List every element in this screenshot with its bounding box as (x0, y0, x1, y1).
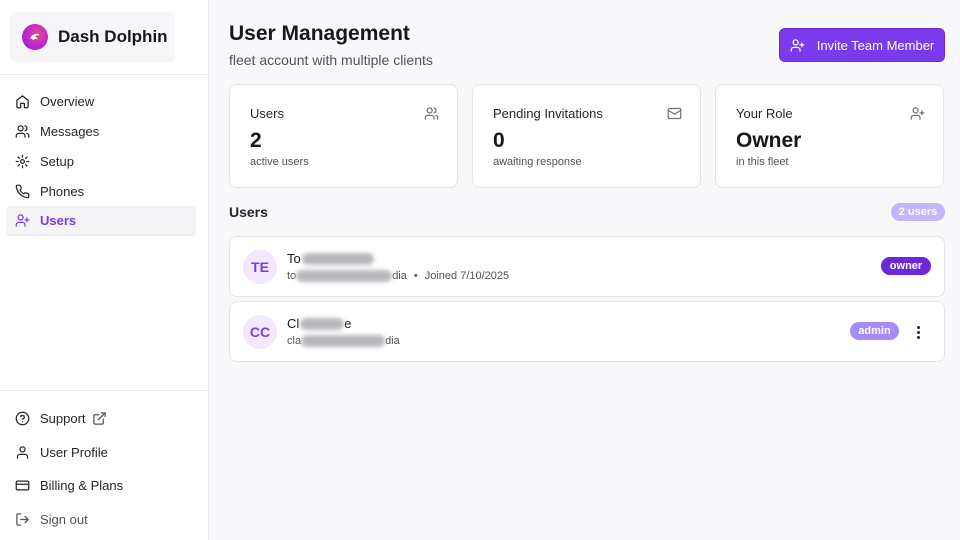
nav-label: Billing & Plans (40, 478, 124, 494)
user-plus-icon (790, 38, 817, 53)
role-badge-admin: admin (850, 322, 899, 340)
nav-item-setup[interactable]: Setup (6, 146, 196, 176)
user-plus-icon (910, 106, 925, 121)
user-name-text: Cl (287, 316, 300, 331)
joined-date: Joined 7/10/2025 (424, 270, 510, 282)
stat-value: 0 (493, 129, 505, 152)
nav-item-billing[interactable]: Billing & Plans (6, 469, 196, 503)
stat-title: Users (250, 106, 284, 121)
nav-label: Sign out (40, 511, 88, 527)
main-nav: Overview Messages Setup Phones Users (6, 86, 196, 236)
user-count-badge: 2 users (891, 203, 945, 221)
user-name: To (287, 251, 374, 266)
page-title: User Management (229, 22, 410, 45)
stat-subtitle: active users (250, 156, 309, 168)
user-plus-icon (15, 213, 30, 228)
sidebar: Dash Dolphin Overview Messages Setup Pho… (0, 0, 209, 540)
invite-button-label: Invite Team Member (816, 37, 935, 53)
nav-item-phones[interactable]: Phones (6, 176, 196, 206)
user-name-text-end: e (344, 316, 352, 331)
phone-icon (15, 184, 30, 199)
brand[interactable]: Dash Dolphin (10, 12, 175, 62)
nav-label: Messages (40, 123, 100, 139)
user-meta: to dia • Joined 7/10/2025 (287, 270, 509, 282)
divider (0, 390, 208, 391)
redacted-name (300, 317, 345, 330)
user-meta: cla dia (287, 335, 400, 347)
users-icon (424, 106, 439, 121)
nav-label: User Profile (40, 444, 108, 460)
stat-subtitle: in this fleet (736, 156, 789, 168)
user-row[interactable]: CC Cl e cla dia admin (229, 301, 945, 362)
nav-item-support[interactable]: Support (6, 402, 196, 436)
user-email-end: dia (392, 270, 407, 282)
user-name-text: To (287, 251, 301, 266)
nav-label: Phones (40, 183, 85, 199)
more-options-icon[interactable] (910, 322, 926, 342)
logout-icon (15, 512, 30, 527)
nav-label: Support (40, 411, 86, 427)
brand-name: Dash Dolphin (58, 27, 168, 46)
nav-label: Users (40, 213, 77, 228)
redacted-name (301, 252, 374, 265)
nav-item-messages[interactable]: Messages (6, 116, 196, 146)
nav-item-sign-out[interactable]: Sign out (6, 503, 196, 537)
user-row[interactable]: TE To to dia • Joined 7/10/2025 owner (229, 236, 945, 297)
secondary-nav: Support User Profile Billing & Plans Sig… (6, 402, 196, 536)
users-section-title: Users (229, 204, 268, 220)
redacted-email (296, 270, 393, 282)
nav-label: Overview (40, 93, 95, 109)
gear-icon (15, 154, 30, 169)
nav-label: Setup (40, 153, 74, 169)
credit-card-icon (15, 478, 30, 493)
mail-icon (667, 106, 682, 121)
page-subtitle: fleet account with multiple clients (229, 52, 433, 68)
stat-subtitle: awaiting response (493, 156, 582, 168)
invite-team-member-button[interactable]: Invite Team Member (779, 28, 945, 62)
users-icon (15, 124, 30, 139)
avatar: CC (243, 315, 277, 349)
stat-card-pending-invitations: Pending Invitations 0 awaiting response (472, 84, 701, 188)
role-badge-owner: owner (881, 257, 931, 275)
dolphin-logo-icon (22, 24, 48, 50)
home-icon (15, 94, 30, 109)
redacted-email (301, 335, 386, 347)
user-email-start: to (287, 270, 297, 282)
nav-item-overview[interactable]: Overview (6, 86, 196, 116)
separator-dot: • (413, 270, 418, 282)
nav-item-users[interactable]: Users (6, 206, 196, 236)
stat-title: Your Role (736, 106, 793, 121)
external-link-icon (92, 411, 107, 426)
user-icon (15, 445, 30, 460)
stat-value: Owner (736, 129, 802, 152)
user-name: Cl e (287, 316, 352, 331)
nav-item-user-profile[interactable]: User Profile (6, 436, 196, 470)
divider (0, 74, 208, 75)
main-content: User Management fleet account with multi… (209, 0, 960, 540)
stat-card-your-role: Your Role Owner in this fleet (715, 84, 944, 188)
avatar: TE (243, 250, 277, 284)
stat-title: Pending Invitations (493, 106, 603, 121)
user-email-start: cla (287, 335, 302, 347)
stat-value: 2 (250, 129, 262, 152)
stat-card-users: Users 2 active users (229, 84, 458, 188)
user-email-end: dia (385, 335, 400, 347)
help-circle-icon (15, 411, 30, 426)
